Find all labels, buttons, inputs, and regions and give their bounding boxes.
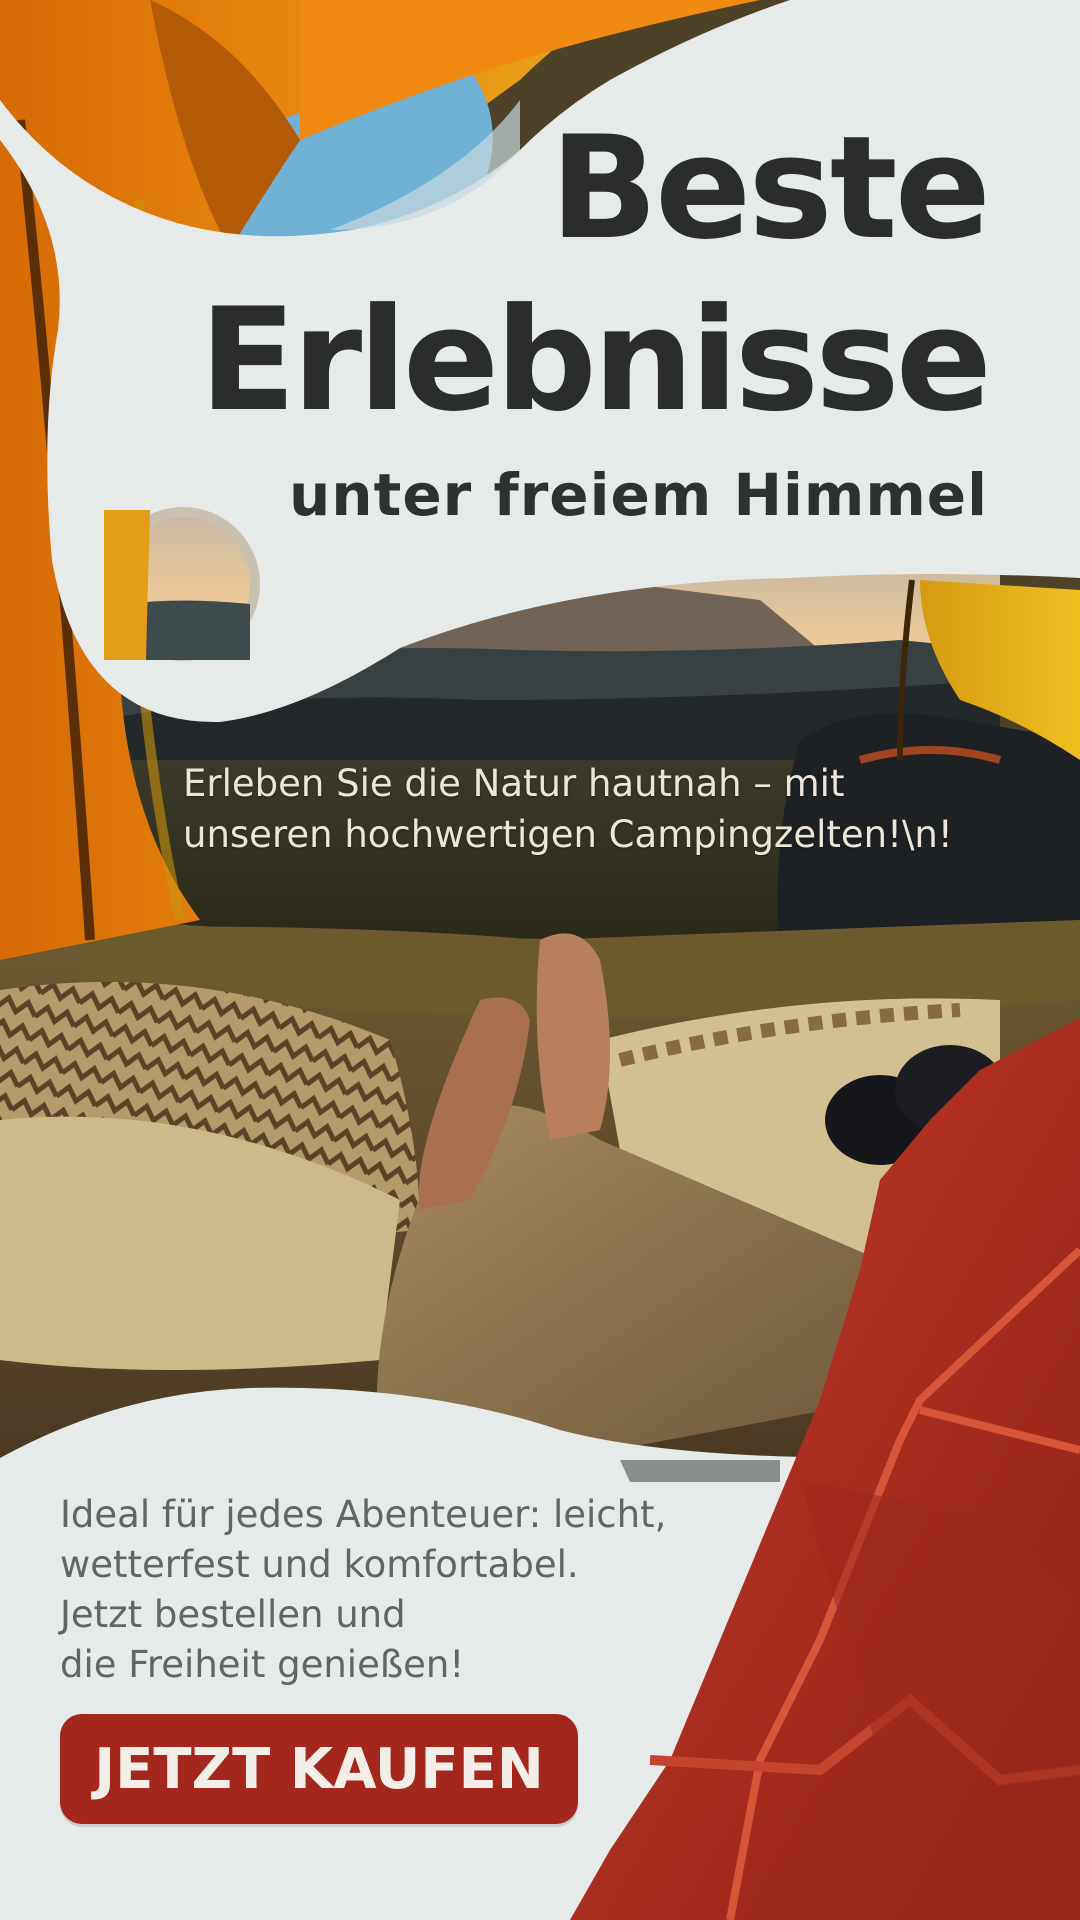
tagline-line-1: Erleben Sie die Natur hautnah – mit bbox=[183, 762, 845, 805]
body-line-1: Ideal für jedes Abenteuer: leicht, bbox=[60, 1493, 667, 1536]
body-copy: Ideal für jedes Abenteuer: leicht, wette… bbox=[60, 1490, 760, 1690]
buy-now-button[interactable]: JETZT KAUFEN bbox=[60, 1714, 578, 1824]
ad-banner: Beste Erlebnisse unter freiem Himmel Erl… bbox=[0, 0, 1080, 1920]
headline-line-2: Erlebnisse bbox=[199, 278, 992, 443]
body-line-2: wetterfest und komfortabel. bbox=[60, 1543, 579, 1586]
body-line-3: Jetzt bestellen und bbox=[60, 1593, 406, 1636]
subheadline: unter freiem Himmel bbox=[289, 461, 988, 529]
body-line-4: die Freiheit genießen! bbox=[60, 1643, 465, 1686]
headline-line-1: Beste bbox=[549, 106, 991, 271]
tagline-line-2: unseren hochwertigen Campingzelten!\n! bbox=[183, 813, 953, 856]
tagline: Erleben Sie die Natur hautnah – mit unse… bbox=[183, 758, 1043, 860]
